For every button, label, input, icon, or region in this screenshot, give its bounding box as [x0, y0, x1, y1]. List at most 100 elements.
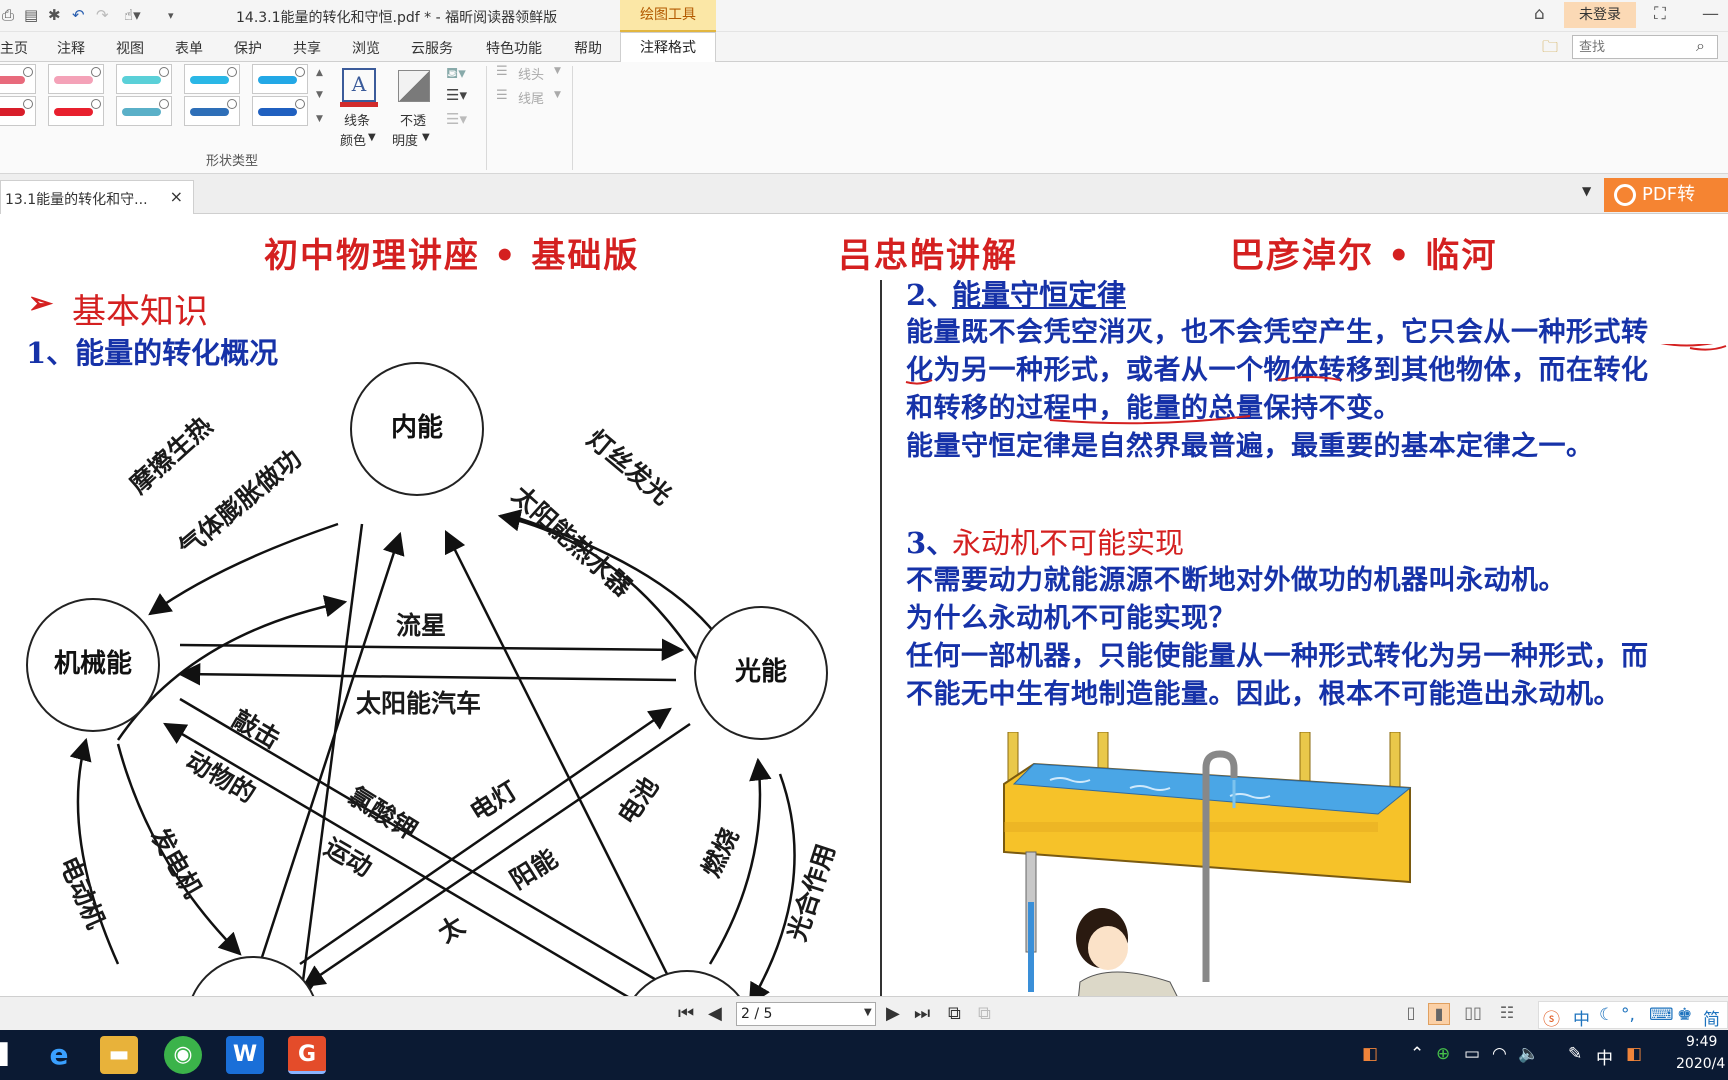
tab-share[interactable]: 共享: [293, 38, 321, 58]
ime-moon-icon[interactable]: ☾: [1599, 1005, 1614, 1025]
section-3-title: 永动机不可能实现: [952, 526, 1185, 560]
minimize-icon[interactable]: —: [1702, 4, 1719, 24]
page-navigation-bar: ⏮ ◀ ▼ ▶ ⏭ ⧉ ⧉ ▯ ▮ ▯▯ ☷ ⓢ 中 ☾ °, ⌨ ♚ 简: [0, 996, 1728, 1030]
tray-foxit-icon[interactable]: ◧: [1362, 1044, 1378, 1064]
pdf-convert-button[interactable]: PDF转: [1604, 178, 1728, 212]
wps-writer-icon[interactable]: W: [226, 1036, 264, 1074]
next-page-icon[interactable]: ▶: [886, 1003, 900, 1024]
tab-protect[interactable]: 保护: [234, 38, 262, 58]
perpetual-motion-illustration: [1003, 732, 1412, 996]
line-color-icon: A: [342, 68, 376, 102]
wifi-icon[interactable]: ◠: [1492, 1044, 1507, 1064]
shape-style-swatch[interactable]: [0, 64, 36, 94]
tab-browse[interactable]: 浏览: [352, 38, 380, 58]
folder-search-icon[interactable]: 🗀: [1542, 36, 1558, 63]
start-icon[interactable]: ▌: [0, 1042, 15, 1066]
shape-style-swatch[interactable]: [184, 64, 240, 94]
file-explorer-icon[interactable]: ▬: [100, 1036, 138, 1074]
continuous-page-icon[interactable]: ▮: [1428, 1003, 1450, 1025]
tab-view[interactable]: 视图: [116, 38, 144, 58]
pen-icon: [159, 99, 169, 109]
line-tail-label[interactable]: 线尾: [518, 88, 544, 107]
s3-line-1: 不需要动力就能源源不断地对外做功的机器叫永动机。: [906, 565, 1566, 596]
pdf-convert-icon: [1614, 184, 1636, 206]
arrow-meteor: [179, 638, 685, 662]
shape-style-swatch[interactable]: [48, 96, 104, 126]
new-icon[interactable]: ✱: [48, 6, 61, 24]
single-page-icon[interactable]: ▯: [1400, 1003, 1422, 1025]
ime-punctuation-icon[interactable]: °,: [1621, 1005, 1635, 1025]
fill-color-icon[interactable]: ⛾▾: [446, 64, 466, 84]
battery-icon[interactable]: ▭: [1464, 1044, 1480, 1064]
shape-style-swatch[interactable]: [184, 96, 240, 126]
search-icon[interactable]: ⌕: [1696, 36, 1705, 56]
facing-page-icon[interactable]: ▯▯: [1462, 1003, 1484, 1025]
last-page-icon[interactable]: ⏭: [914, 1003, 930, 1024]
foxit-reader-icon[interactable]: G: [288, 1036, 326, 1074]
section-3-number: 3、: [906, 526, 956, 560]
tray-expand-icon[interactable]: ⌃: [1410, 1044, 1424, 1064]
arrow-solar-car: [177, 662, 677, 686]
ime-skin-icon[interactable]: ♚: [1677, 1005, 1692, 1025]
page-number-input[interactable]: [736, 1002, 876, 1026]
fullscreen-icon[interactable]: ⛶: [1654, 4, 1666, 24]
edge-browser-icon[interactable]: e: [40, 1036, 78, 1074]
swatch-stroke: [0, 76, 25, 84]
skin-icon[interactable]: ⌂: [1534, 4, 1545, 24]
tab-list-dropdown-icon[interactable]: ▼: [1582, 184, 1591, 198]
tab-cloud[interactable]: 云服务: [411, 38, 453, 58]
tab-comment[interactable]: 注释: [57, 38, 85, 58]
shape-style-swatch[interactable]: [252, 64, 308, 94]
header-lecturer: 吕忠皓讲解: [838, 236, 1018, 276]
gallery-scroll-up-icon[interactable]: ▲: [316, 68, 323, 78]
tab-home[interactable]: 主页: [0, 38, 28, 58]
ime-logo-icon[interactable]: ⓢ: [1543, 1005, 1560, 1030]
print-icon[interactable]: ⎙: [2, 6, 14, 24]
ime-simplified[interactable]: 简: [1703, 1005, 1720, 1030]
customize-toolbar-icon[interactable]: ▾: [168, 9, 174, 22]
tab-help[interactable]: 帮助: [574, 38, 602, 58]
line-head-label[interactable]: 线头: [518, 64, 544, 83]
shape-style-swatch[interactable]: [0, 96, 36, 126]
browser-360-icon[interactable]: ◉: [164, 1036, 202, 1074]
login-button[interactable]: 未登录: [1564, 2, 1636, 28]
tab-annotation-format[interactable]: 注释格式: [620, 32, 716, 63]
clock-date[interactable]: 2020/4: [1676, 1056, 1725, 1072]
tab-features[interactable]: 特色功能: [486, 38, 542, 58]
node-mechanical-energy: 机械能: [26, 598, 160, 732]
pdf-convert-label: PDF转: [1642, 184, 1696, 205]
pen-icon: [159, 67, 169, 77]
shape-style-swatch[interactable]: [252, 96, 308, 126]
shape-style-swatch[interactable]: [116, 64, 172, 94]
clock-time[interactable]: 9:49: [1686, 1034, 1717, 1050]
tab-form[interactable]: 表单: [175, 38, 203, 58]
tray-360-icon[interactable]: ⊕: [1436, 1044, 1450, 1064]
ime-keyboard-icon[interactable]: ⌨: [1649, 1005, 1674, 1025]
tray-sogou-icon[interactable]: ◧: [1626, 1044, 1642, 1064]
gallery-expand-icon[interactable]: ▼: [316, 114, 323, 124]
pen-icon: [227, 99, 237, 109]
page-dropdown-icon[interactable]: ▼: [864, 1007, 872, 1018]
next-view-icon[interactable]: ⧉: [978, 1003, 991, 1024]
hand-tool-icon[interactable]: ☝▾: [124, 6, 141, 24]
document-tab[interactable]: 13.1能量的转化和守... ×: [0, 180, 194, 214]
undo-icon[interactable]: ↶: [72, 6, 85, 24]
close-icon[interactable]: ×: [170, 187, 183, 206]
drawing-tools-context-tab[interactable]: 绘图工具: [620, 0, 716, 32]
continuous-facing-icon[interactable]: ☷: [1496, 1003, 1518, 1025]
pen-icon[interactable]: ✎: [1568, 1044, 1582, 1064]
line-width-icon[interactable]: ☰▾: [446, 86, 467, 104]
properties-icon[interactable]: ▤: [24, 6, 38, 24]
redo-icon[interactable]: ↷: [96, 6, 109, 24]
previous-view-icon[interactable]: ⧉: [948, 1003, 961, 1024]
ime-language[interactable]: 中: [1573, 1005, 1590, 1030]
previous-page-icon[interactable]: ◀: [708, 1003, 722, 1024]
shape-style-swatch[interactable]: [48, 64, 104, 94]
volume-icon[interactable]: 🔈: [1518, 1044, 1539, 1064]
shape-style-swatch[interactable]: [116, 96, 172, 126]
pen-icon: [91, 99, 101, 109]
first-page-icon[interactable]: ⏮: [678, 1003, 694, 1024]
gallery-scroll-down-icon[interactable]: ▼: [316, 90, 323, 100]
tray-ime-language[interactable]: 中: [1596, 1044, 1613, 1069]
line-style-icon[interactable]: ☰▾: [446, 110, 467, 128]
